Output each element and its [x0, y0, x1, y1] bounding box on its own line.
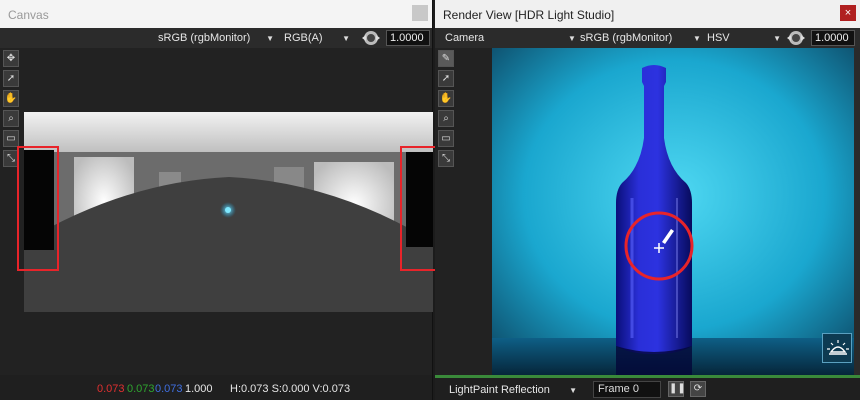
canvas-colorspace-dropdown[interactable]: sRGB (rgbMonitor) ▼ [158, 31, 276, 46]
render-progress-line [435, 375, 860, 378]
render-colorspace-value: sRGB (rgbMonitor) [580, 32, 673, 44]
render-viewport[interactable] [492, 48, 857, 375]
canvas-toolbar: sRGB (rgbMonitor) ▼ RGB(A) ▼ 1.0000 [0, 28, 432, 48]
status-hsv-value: H:0.073 S:0.000 V:0.073 [230, 383, 351, 395]
pointer-icon[interactable]: ➚ [438, 70, 454, 87]
chevron-down-icon: ▼ [569, 386, 577, 395]
render-mode-dropdown[interactable]: ▼ HSV ▼ [693, 31, 783, 46]
render-toolbar: Camera ▼ sRGB (rgbMonitor) ▼ HSV ▼ 1.000… [435, 28, 860, 48]
zoom-icon[interactable]: ⌕ [438, 110, 454, 127]
camera-value: Camera [445, 32, 485, 44]
render-titlebar[interactable]: Render View [HDR Light Studio] × [435, 0, 860, 28]
status-a-value: 1.000 [185, 383, 213, 395]
render-view-window: Render View [HDR Light Studio] × Camera … [435, 0, 860, 400]
pointer-icon[interactable]: ➚ [3, 70, 19, 87]
canvas-window: Canvas sRGB (rgbMonitor) ▼ RGB(A) ▼ 1.00… [0, 0, 442, 400]
canvas-title: Canvas [8, 8, 49, 22]
status-g-value: 0.073 [127, 383, 155, 395]
light-mode-value: LightPaint Reflection [449, 384, 550, 396]
chevron-down-icon: ▼ [266, 34, 274, 43]
render-tool-palette: ✎ ➚ ✋ ⌕ ▭ ⤡ [438, 50, 456, 170]
zoom-icon[interactable]: ⌕ [3, 110, 19, 127]
region-icon[interactable]: ▭ [438, 130, 454, 147]
chevron-down-icon: ▼ [773, 34, 781, 43]
light-mode-dropdown[interactable]: LightPaint Reflection ▼ [449, 383, 579, 398]
render-title: Render View [HDR Light Studio] [443, 8, 615, 22]
status-r-value: 0.073 [97, 383, 125, 395]
canvas-titlebar[interactable]: Canvas [0, 0, 432, 28]
canvas-channel-value: RGB(A) [284, 32, 323, 44]
pause-icon[interactable]: ❚❚ [668, 381, 686, 397]
highlight-left-light [17, 146, 59, 271]
move-icon[interactable]: ✥ [3, 50, 19, 67]
chevron-down-icon: ▼ [693, 34, 701, 43]
brush-icon[interactable]: ✎ [438, 50, 454, 67]
hand-icon[interactable]: ✋ [438, 90, 454, 107]
hdr-environment-image [24, 112, 433, 312]
canvas-close-button[interactable] [412, 5, 428, 21]
render-colorspace-dropdown[interactable]: ▼ sRGB (rgbMonitor) [568, 31, 690, 46]
hand-icon[interactable]: ✋ [3, 90, 19, 107]
canvas-channel-dropdown[interactable]: RGB(A) ▼ [284, 31, 352, 46]
rendered-bottle-image [492, 48, 857, 375]
fit-icon[interactable]: ⤡ [438, 150, 454, 167]
exposure-icon[interactable] [785, 30, 807, 46]
canvas-colorspace-value: sRGB (rgbMonitor) [158, 32, 251, 44]
region-icon[interactable]: ▭ [3, 130, 19, 147]
refresh-icon[interactable]: ⟳ [690, 381, 706, 397]
camera-dropdown[interactable]: Camera [445, 31, 565, 46]
status-b-value: 0.073 [155, 383, 183, 395]
exposure-icon[interactable] [360, 30, 382, 46]
render-scrollbar[interactable] [854, 48, 860, 375]
frame-input[interactable]: Frame 0 [593, 381, 661, 398]
chevron-down-icon: ▼ [342, 34, 350, 43]
canvas-statusbar [0, 375, 432, 400]
close-icon[interactable]: × [840, 5, 856, 21]
light-bulb-icon[interactable] [822, 333, 852, 363]
chevron-down-icon: ▼ [568, 34, 576, 43]
canvas-hdr-map[interactable] [24, 112, 433, 312]
canvas-exposure-input[interactable]: 1.0000 [386, 30, 430, 46]
render-exposure-input[interactable]: 1.0000 [811, 30, 855, 46]
